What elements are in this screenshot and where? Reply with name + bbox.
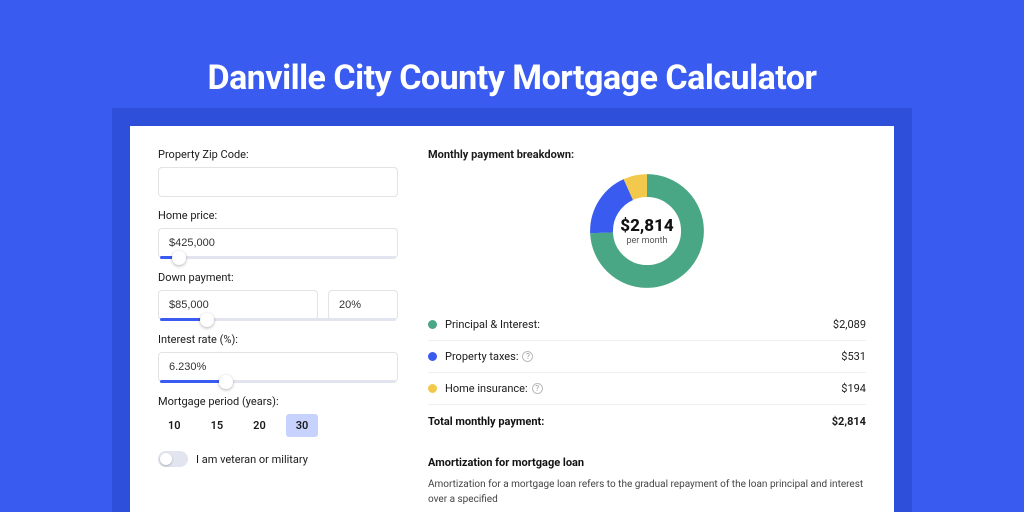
slider-thumb[interactable] [219,375,233,389]
down-payment-slider[interactable] [160,318,396,321]
legend-value: $2,089 [833,318,866,331]
breakdown-panel: Monthly payment breakdown: $2,814 per mo… [428,148,866,490]
help-icon[interactable]: ? [532,383,543,394]
page-title: Danville City County Mortgage Calculator [0,0,1024,98]
form-panel: Property Zip Code: Home price: Down paym… [158,148,398,490]
legend-value: $531 [841,350,866,363]
home-price-slider[interactable] [160,256,396,259]
calculator-card: Property Zip Code: Home price: Down paym… [130,126,894,512]
amortization-section: Amortization for mortgage loan Amortizat… [428,456,866,507]
help-icon[interactable]: ? [522,351,533,362]
down-payment-label: Down payment: [158,271,398,284]
period-tab-10[interactable]: 10 [158,414,191,437]
legend-dot [428,352,437,361]
total-value: $2,814 [832,415,866,428]
zip-input[interactable] [158,167,398,197]
period-tab-15[interactable]: 15 [201,414,234,437]
legend-value: $194 [841,382,866,395]
legend-dot [428,320,437,329]
home-price-label: Home price: [158,209,398,222]
calculator-frame: Property Zip Code: Home price: Down paym… [112,108,912,512]
period-label: Mortgage period (years): [158,395,398,408]
period-tabs: 10 15 20 30 [158,414,398,437]
amortization-body: Amortization for a mortgage loan refers … [428,477,866,507]
breakdown-title: Monthly payment breakdown: [428,148,866,161]
veteran-label: I am veteran or military [196,453,308,466]
legend-label: Property taxes: ? [445,350,841,363]
total-label: Total monthly payment: [428,415,832,428]
legend: Principal & Interest:$2,089Property taxe… [428,309,866,404]
legend-label: Home insurance: ? [445,382,841,395]
period-tab-20[interactable]: 20 [243,414,276,437]
rate-input[interactable] [158,352,398,382]
period-tab-30[interactable]: 30 [286,414,319,437]
slider-thumb[interactable] [172,251,186,265]
legend-row: Property taxes: ?$531 [428,340,866,372]
amortization-title: Amortization for mortgage loan [428,456,866,469]
legend-row: Home insurance: ?$194 [428,372,866,404]
legend-row: Principal & Interest:$2,089 [428,309,866,340]
slider-thumb[interactable] [200,313,214,327]
home-price-input[interactable] [158,228,398,258]
donut-value: $2,814 [620,216,673,236]
donut-chart: $2,814 per month [587,171,707,291]
donut-sub: per month [626,236,667,246]
legend-dot [428,384,437,393]
rate-slider[interactable] [160,380,396,383]
legend-label: Principal & Interest: [445,318,833,331]
down-payment-pct-input[interactable] [328,290,398,320]
total-row: Total monthly payment: $2,814 [428,404,866,438]
veteran-toggle[interactable] [158,451,188,467]
zip-label: Property Zip Code: [158,148,398,161]
rate-label: Interest rate (%): [158,333,398,346]
down-payment-input[interactable] [158,290,318,320]
